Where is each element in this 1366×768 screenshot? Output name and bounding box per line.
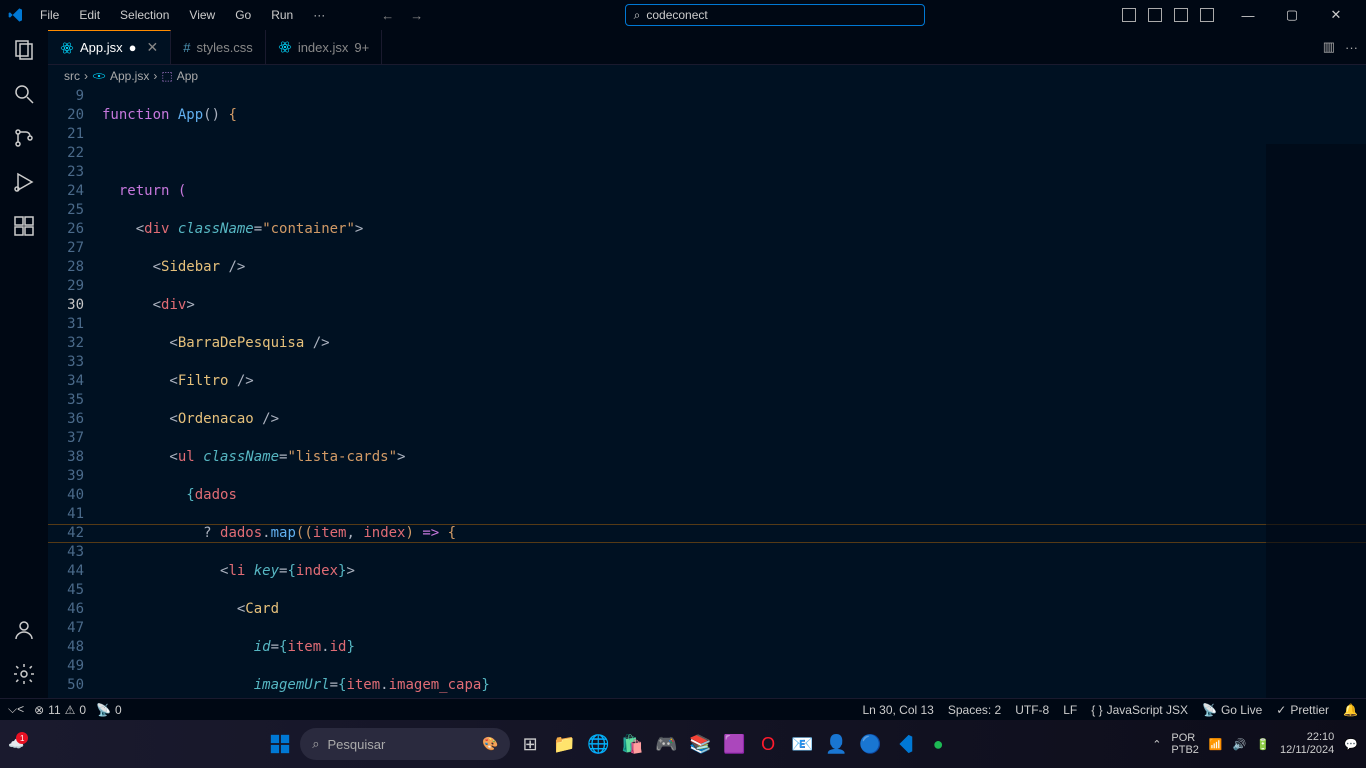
search-icon: ⌕: [312, 736, 319, 752]
settings-gear-icon[interactable]: [12, 662, 36, 686]
file-explorer-icon[interactable]: 📁: [550, 730, 578, 758]
app-icon[interactable]: 🎮: [652, 730, 680, 758]
notifications-tray-icon[interactable]: 💬: [1344, 738, 1358, 751]
app3-icon[interactable]: 🟪: [720, 730, 748, 758]
vscode-taskbar-icon[interactable]: [890, 730, 918, 758]
line-gutter: 9202122232425262728293031323334353637383…: [48, 87, 102, 698]
editor-area: App.jsx ● ✕ # styles.css index.jsx 9+ ▥ …: [48, 30, 1366, 698]
spotify-icon[interactable]: ●: [924, 730, 952, 758]
chrome-icon[interactable]: 🌐: [584, 730, 612, 758]
outlook-icon[interactable]: 📧: [788, 730, 816, 758]
split-editor-icon[interactable]: ▥: [1323, 39, 1335, 55]
remote-icon[interactable]: ⌵<: [8, 702, 24, 717]
layout-bottom-icon[interactable]: [1148, 8, 1162, 22]
breadcrumbs[interactable]: src › App.jsx › ⬚ App: [48, 65, 1366, 87]
start-button[interactable]: [266, 730, 294, 758]
problems-errors[interactable]: ⊗ 11 ⚠ 0: [34, 703, 86, 717]
breadcrumb-src[interactable]: src: [64, 69, 80, 83]
taskbar-search[interactable]: ⌕ Pesquisar 🎨: [300, 728, 510, 760]
css-icon: #: [183, 40, 190, 55]
tab-label: App.jsx: [80, 40, 123, 55]
command-center-search[interactable]: ⌕ codeconect: [625, 4, 925, 26]
window-close-icon[interactable]: ✕: [1314, 0, 1358, 30]
search-activity-icon[interactable]: [12, 82, 36, 106]
activity-bar: [0, 30, 48, 698]
layout-left-icon[interactable]: [1122, 8, 1136, 22]
tab-label: index.jsx: [298, 40, 349, 55]
window-maximize-icon[interactable]: ▢: [1270, 0, 1314, 30]
tab-styles-css[interactable]: # styles.css: [171, 30, 266, 64]
tray-chevron-icon[interactable]: ⌃: [1152, 738, 1161, 751]
weather-widget[interactable]: ☁️1: [8, 736, 24, 752]
search-icon: ⌕: [634, 8, 641, 23]
app4-icon[interactable]: 👤: [822, 730, 850, 758]
menu-go[interactable]: Go: [227, 4, 259, 26]
language-indicator[interactable]: POR PTB2: [1171, 732, 1199, 756]
opera-icon[interactable]: O: [754, 730, 782, 758]
run-debug-icon[interactable]: [12, 170, 36, 194]
react-icon: [278, 40, 292, 54]
wifi-icon[interactable]: 📶: [1209, 738, 1223, 751]
tab-index-jsx[interactable]: index.jsx 9+: [266, 30, 382, 64]
minimap[interactable]: [1266, 144, 1366, 698]
breadcrumb-symbol[interactable]: App: [177, 69, 198, 83]
nav-forward-icon[interactable]: →: [406, 6, 427, 25]
titlebar: File Edit Selection View Go Run ··· ← → …: [0, 0, 1366, 30]
go-live-button[interactable]: 📡 Go Live: [1202, 703, 1262, 717]
layout-custom-icon[interactable]: [1200, 8, 1214, 22]
layout-controls: [1122, 8, 1214, 22]
explorer-icon[interactable]: [12, 38, 36, 62]
menu-view[interactable]: View: [181, 4, 223, 26]
menu-selection[interactable]: Selection: [112, 4, 177, 26]
tab-label: styles.css: [196, 40, 252, 55]
layout-right-icon[interactable]: [1174, 8, 1188, 22]
tabs-bar: App.jsx ● ✕ # styles.css index.jsx 9+ ▥ …: [48, 30, 1366, 65]
ports-status[interactable]: 📡 0: [96, 703, 122, 717]
cube-icon: ⬚: [161, 69, 172, 83]
store-icon[interactable]: 🛍️: [618, 730, 646, 758]
search-placeholder: Pesquisar: [327, 737, 385, 752]
eol-status[interactable]: LF: [1063, 703, 1077, 717]
tab-suffix: 9+: [354, 40, 369, 55]
nav-back-icon[interactable]: ←: [377, 6, 398, 25]
volume-icon[interactable]: 🔊: [1233, 738, 1247, 751]
app5-icon[interactable]: 🔵: [856, 730, 884, 758]
search-text: codeconect: [646, 8, 707, 22]
status-bar: ⌵< ⊗ 11 ⚠ 0 📡 0 Ln 30, Col 13 Spaces: 2 …: [0, 698, 1366, 720]
menu-edit[interactable]: Edit: [71, 4, 108, 26]
code-editor[interactable]: 9202122232425262728293031323334353637383…: [48, 87, 1366, 698]
battery-icon[interactable]: 🔋: [1256, 738, 1270, 751]
window-minimize-icon[interactable]: —: [1226, 0, 1270, 30]
source-control-icon[interactable]: [12, 126, 36, 150]
menu-more[interactable]: ···: [305, 4, 333, 26]
cursor-position[interactable]: Ln 30, Col 13: [862, 703, 933, 717]
tab-app-jsx[interactable]: App.jsx ● ✕: [48, 30, 171, 64]
notifications-icon[interactable]: 🔔: [1343, 703, 1358, 717]
windows-taskbar: ☁️1 ⌕ Pesquisar 🎨 ⊞ 📁 🌐 🛍️ 🎮 📚 🟪 O 📧 👤 🔵…: [0, 720, 1366, 768]
indent-status[interactable]: Spaces: 2: [948, 703, 1001, 717]
menu-run[interactable]: Run: [263, 4, 301, 26]
menu-file[interactable]: File: [32, 4, 67, 26]
task-view-icon[interactable]: ⊞: [516, 730, 544, 758]
encoding-status[interactable]: UTF-8: [1015, 703, 1049, 717]
search-highlight-icon: 🎨: [482, 736, 498, 752]
react-icon: [60, 41, 74, 55]
tab-close-icon[interactable]: ✕: [147, 39, 159, 56]
app2-icon[interactable]: 📚: [686, 730, 714, 758]
code-content[interactable]: function App() { return ( <div className…: [102, 87, 1366, 698]
react-icon: [92, 69, 106, 83]
prettier-status[interactable]: ✓ Prettier: [1276, 703, 1329, 717]
cloud-icon: ☁️1: [8, 736, 24, 752]
extensions-icon[interactable]: [12, 214, 36, 238]
more-actions-icon[interactable]: ···: [1345, 40, 1358, 55]
clock[interactable]: 22:10 12/11/2024: [1280, 731, 1334, 757]
language-mode[interactable]: { } JavaScript JSX: [1091, 703, 1188, 717]
account-icon[interactable]: [12, 618, 36, 642]
breadcrumb-file[interactable]: App.jsx: [110, 69, 149, 83]
vscode-logo-icon: [8, 7, 24, 23]
